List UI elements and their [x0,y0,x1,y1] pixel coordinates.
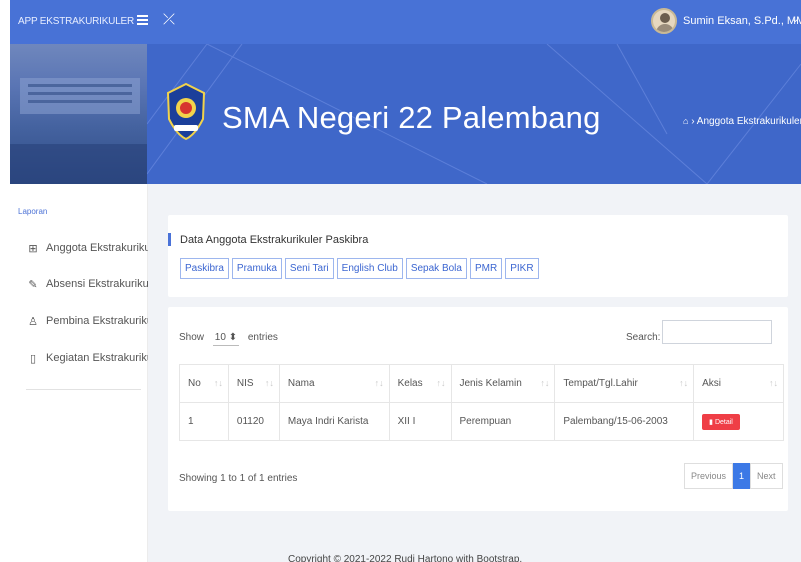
sort-icon: ↑↓ [264,378,274,388]
page-1-button[interactable]: 1 [733,463,751,489]
cell-nis: 01120 [227,402,280,441]
title-accent [168,233,171,246]
members-table: No ↑↓ NIS ↑↓ Nama ↑↓ Kelas ↑↓ Jenis Kelamin ↑… [179,364,784,441]
sidebar-item-anggota[interactable]: ⊞ Anggota Ekstrakurikuler [26,240,163,256]
col-kelas[interactable]: Kelas ↑↓ [388,364,452,403]
sidebar: Laporan ⊞ Anggota Ekstrakurikuler ✎ Abse… [10,184,165,562]
col-ttl[interactable]: Tempat/Tgl.Lahir ↑↓ [554,364,695,403]
entries-label: entries [247,332,278,343]
pagination: Previous 1 Next [684,463,783,489]
table-info: Showing 1 to 1 of 1 entries [179,473,298,484]
col-jenis-kelamin[interactable]: Jenis Kelamin ↑↓ [450,364,556,403]
app-brand[interactable]: APP EKSTRAKURIKULER [18,16,134,27]
avatar[interactable] [651,8,677,34]
select-arrows-icon: ⬍ [228,332,238,343]
cell-nama: Maya Indri Karista [278,402,390,441]
tab-seni-tari[interactable]: Seni Tari [284,258,334,279]
sort-icon: ↑↓ [436,378,446,388]
cell-aksi: ▮ Detail [693,402,784,441]
file-icon: ▯ [29,352,37,365]
tab-english-club[interactable]: English Club [336,258,403,279]
table-row: 1 01120 Maya Indri Karista XII I Perempu… [179,402,784,441]
page-length-control: Show 10 ⬍ entries [179,332,278,346]
sort-icon: ↑↓ [679,378,689,388]
tab-pikr[interactable]: PIKR [505,258,539,279]
sort-icon: ↑↓ [540,378,550,388]
file-icon: ▮ [709,418,713,426]
sidebar-divider [26,389,141,390]
cell-ttl: Palembang/15-06-2003 [554,402,695,441]
sort-icon: ↑↓ [769,378,778,388]
search-input[interactable] [662,320,772,344]
tab-pmr[interactable]: PMR [469,258,503,279]
cell-kelas: XII I [388,402,452,441]
sidebar-item-pembina[interactable]: ♙ Pembina Ekstrakurikuler [26,313,165,329]
col-nis[interactable]: NIS ↑↓ [227,364,280,403]
page-length-select[interactable]: 10 ⬍ [212,332,240,346]
sort-asc-icon: ↑↓ [213,378,223,388]
sidebar-item-absensi[interactable]: ✎ Absensi Ekstrakurikuler [26,276,161,292]
school-title: SMA Negeri 22 Palembang [222,100,601,135]
tab-pramuka[interactable]: Pramuka [231,258,282,279]
breadcrumb: ⌂ › Anggota Ekstrakurikuler [683,116,801,127]
user-icon: ♙ [28,315,38,328]
detail-button[interactable]: ▮ Detail [702,413,740,430]
school-photo [10,44,147,184]
menu-toggle-icon[interactable] [136,13,150,27]
previous-button[interactable]: Previous [684,463,734,489]
breadcrumb-current: Anggota Ekstrakurikuler [696,116,801,127]
col-nama[interactable]: Nama ↑↓ [278,364,390,403]
extracurricular-tabs: Paskibra Pramuka Seni Tari English Club … [180,258,539,279]
cell-no: 1 [179,402,229,441]
tab-sepak-bola[interactable]: Sepak Bola [405,258,467,279]
home-icon[interactable]: ⌂ [683,116,688,126]
next-button[interactable]: Next [750,463,783,489]
cell-jenis-kelamin: Perempuan [450,402,556,441]
footer-copyright: Copyright © 2021-2022 Rudi Hartono with … [288,554,523,562]
filter-card: Data Anggota Ekstrakurikuler Paskibra Pa… [168,215,788,297]
tab-paskibra[interactable]: Paskibra [180,258,229,279]
page-title: Data Anggota Ekstrakurikuler Paskibra [180,234,369,246]
school-logo-icon [166,82,206,141]
fullscreen-icon[interactable]: ⤫ [163,11,175,28]
col-aksi[interactable]: Aksi ↑↓ [693,364,784,403]
sort-icon: ↑↓ [374,378,384,388]
table-card: Show 10 ⬍ entries Search: No ↑↓ NIS ↑↓ Nam… [168,307,788,511]
sidebar-item-label: Anggota Ekstrakurikuler [46,242,163,254]
table-header-row: No ↑↓ NIS ↑↓ Nama ↑↓ Kelas ↑↓ Jenis Kelamin ↑… [179,364,784,403]
table-icon: ⊞ [28,242,38,255]
edit-icon: ✎ [28,278,38,291]
col-no[interactable]: No ↑↓ [179,364,229,403]
sidebar-item-label: Absensi Ekstrakurikuler [46,278,161,290]
show-label: Show [179,332,205,343]
search-label: Search: [626,332,661,343]
user-name[interactable]: Sumin Eksan, S.Pd., MM [683,15,801,27]
sidebar-item-kegiatan[interactable]: ▯ Kegiatan Ekstrakurikuler [26,350,165,366]
sidebar-heading: Laporan [18,207,48,216]
top-navbar: APP EKSTRAKURIKULER ⤫ Sumin Eksan, S.Pd.… [10,0,801,44]
chevron-down-icon[interactable]: ⌄ [791,14,799,25]
